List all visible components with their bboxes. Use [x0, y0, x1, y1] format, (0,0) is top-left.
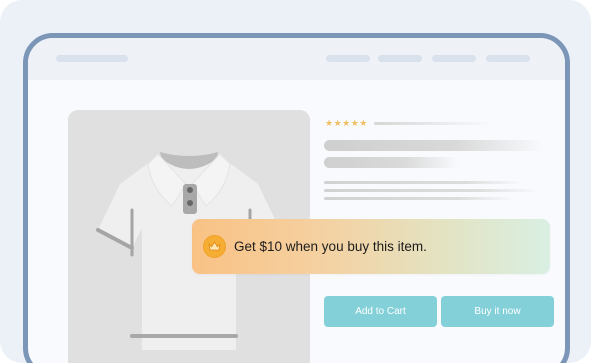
nav-link-placeholder[interactable]	[486, 55, 530, 62]
promo-banner[interactable]: Get $10 when you buy this item.	[192, 219, 550, 274]
crown-icon	[203, 235, 226, 258]
promo-text: Get $10 when you buy this item.	[234, 239, 427, 254]
rating-text-placeholder	[373, 121, 492, 125]
description-line-placeholder	[324, 197, 514, 200]
add-to-cart-button[interactable]: Add to Cart	[324, 296, 437, 327]
buy-now-button[interactable]: Buy it now	[441, 296, 554, 327]
browser-window: ★★★★★ Add to Cart Buy it now	[23, 33, 570, 363]
product-title-placeholder	[324, 140, 544, 151]
product-subtitle-placeholder	[324, 157, 459, 168]
site-header	[28, 38, 565, 80]
nav-link-placeholder[interactable]	[378, 55, 422, 62]
logo-placeholder[interactable]	[56, 55, 128, 62]
description-line-placeholder	[324, 181, 524, 184]
product-rating: ★★★★★	[325, 118, 492, 128]
illustration-background: ★★★★★ Add to Cart Buy it now Get $10 whe…	[0, 0, 591, 363]
nav-link-placeholder[interactable]	[432, 55, 476, 62]
nav-link-placeholder[interactable]	[326, 55, 370, 62]
description-line-placeholder	[324, 189, 539, 192]
rating-stars: ★★★★★	[325, 118, 368, 128]
